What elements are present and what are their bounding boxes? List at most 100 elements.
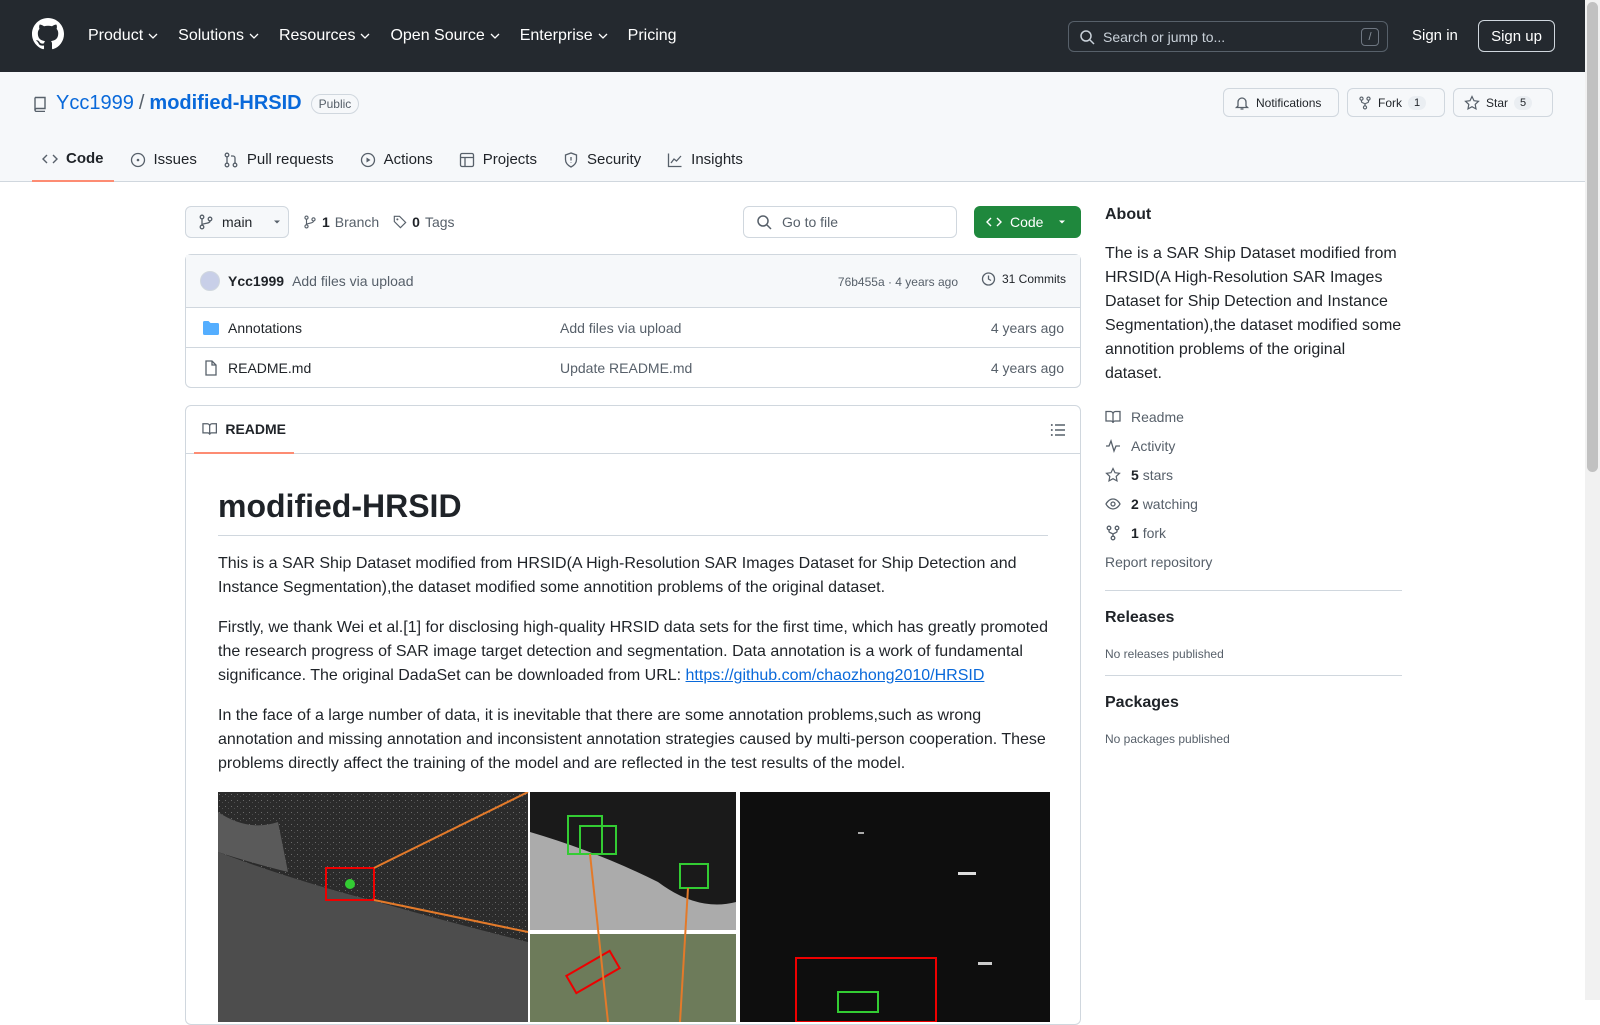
- branch-count-label: Branch: [334, 214, 380, 230]
- visibility-badge: Public: [310, 93, 360, 114]
- chevron-down-icon: [598, 33, 608, 39]
- file-commit-message[interactable]: Add files via upload: [560, 320, 681, 336]
- stars-link[interactable]: 5 stars: [1105, 460, 1402, 489]
- releases-empty: No releases published: [1105, 647, 1224, 661]
- readme-title: modified-HRSID: [218, 488, 1048, 536]
- scrollbar-thumb[interactable]: [1587, 2, 1598, 472]
- repo-title: Ycc1999 / modified-HRSID Public: [32, 92, 360, 115]
- nav-pricing[interactable]: Pricing: [628, 27, 677, 45]
- tab-insights[interactable]: Insights: [657, 137, 753, 182]
- tab-issues[interactable]: Issues: [120, 137, 207, 182]
- nav-open-source[interactable]: Open Source: [390, 27, 500, 45]
- notifications-label: Notifications: [1256, 95, 1322, 110]
- star-icon: [1464, 94, 1480, 110]
- sign-up-button[interactable]: Sign up: [1478, 20, 1555, 52]
- readme-link-label: Readme: [1131, 408, 1184, 425]
- fork-label: fork: [1142, 524, 1167, 541]
- about-sidebar: About The is a SAR Ship Dataset modified…: [1105, 206, 1402, 746]
- releases-heading[interactable]: Releases: [1105, 609, 1402, 627]
- branch-icon: [199, 214, 213, 230]
- readme-tab[interactable]: README: [194, 406, 294, 454]
- report-repository-label: Report repository: [1105, 553, 1213, 570]
- watching-link[interactable]: 2 watching: [1105, 489, 1402, 518]
- tag-icon: [393, 215, 407, 229]
- avatar[interactable]: [200, 271, 220, 291]
- packages-empty: No packages published: [1105, 732, 1230, 746]
- readme-body: modified-HRSID This is a SAR Ship Datase…: [186, 454, 1080, 1022]
- code-dropdown-button[interactable]: Code: [974, 206, 1081, 238]
- pull-request-icon: [224, 152, 238, 167]
- caret-down-icon: [274, 220, 281, 224]
- fork-count: 1: [1408, 95, 1427, 110]
- pulse-icon: [1106, 438, 1120, 453]
- branch-selector[interactable]: main: [185, 206, 289, 238]
- tab-actions[interactable]: Actions: [350, 137, 443, 182]
- file-row-annotations[interactable]: Annotations Add files via upload 4 years…: [186, 308, 1080, 348]
- star-label: Star: [1486, 95, 1509, 110]
- readme-link[interactable]: Readme: [1105, 402, 1402, 431]
- readme-tabbar: README: [186, 406, 1080, 454]
- bell-icon: [1234, 96, 1250, 110]
- go-to-file-input[interactable]: Go to file: [743, 206, 957, 238]
- report-repository-link[interactable]: Report repository: [1105, 547, 1402, 576]
- repo-icon: [34, 96, 46, 112]
- file-browser: Ycc1999 Add files via upload 76b455a · 4…: [185, 254, 1081, 388]
- stars-count: 5: [1131, 466, 1139, 483]
- github-logo-icon[interactable]: [32, 18, 64, 50]
- tag-count: 0: [412, 214, 420, 230]
- file-commit-message[interactable]: Update README.md: [560, 360, 692, 376]
- sar-comparison-image: [218, 792, 1050, 1022]
- hrsid-link[interactable]: https://github.com/chaozhong2010/HRSID: [686, 667, 985, 684]
- search-icon: [757, 215, 772, 230]
- repo-path-separator: /: [138, 92, 145, 114]
- page-scrollbar[interactable]: [1585, 0, 1600, 1000]
- list-icon[interactable]: [1050, 422, 1066, 438]
- activity-link-label: Activity: [1131, 437, 1176, 454]
- tab-projects[interactable]: Projects: [449, 137, 547, 182]
- nav-resources[interactable]: Resources: [279, 27, 370, 45]
- graph-icon: [668, 153, 682, 167]
- tab-security[interactable]: Security: [553, 137, 651, 182]
- repo-name-link[interactable]: modified-HRSID: [149, 92, 301, 115]
- readme-tab-label: README: [225, 421, 286, 437]
- commit-message[interactable]: Add files via upload: [292, 273, 413, 289]
- packages-heading[interactable]: Packages: [1105, 694, 1402, 712]
- branch-name: main: [222, 214, 253, 230]
- repo-tabs: Code Issues Pull requests Actions Projec…: [32, 137, 759, 182]
- star-button[interactable]: Star 5: [1453, 88, 1553, 117]
- tab-insights-label: Insights: [691, 151, 743, 168]
- about-heading: About: [1105, 206, 1152, 223]
- tag-count-label: Tags: [424, 214, 455, 230]
- commit-author[interactable]: Ycc1999: [228, 273, 284, 289]
- forks-link[interactable]: 1 fork: [1105, 518, 1402, 547]
- code-icon: [42, 154, 58, 163]
- eye-icon: [1105, 497, 1121, 510]
- tab-code[interactable]: Code: [32, 137, 114, 182]
- fork-button[interactable]: Fork 1: [1347, 88, 1445, 117]
- tab-issues-label: Issues: [153, 151, 197, 168]
- search-input[interactable]: Search or jump to... /: [1068, 21, 1388, 52]
- divider: [1105, 590, 1402, 591]
- nav-product[interactable]: Product: [88, 27, 158, 45]
- tags-link[interactable]: 0 Tags: [393, 214, 455, 230]
- nav-resources-label: Resources: [278, 27, 356, 44]
- readme-paragraph: In the face of a large number of data, i…: [218, 707, 1046, 772]
- fork-icon: [1106, 525, 1120, 540]
- file-name[interactable]: Annotations: [228, 320, 560, 336]
- file-row-readme[interactable]: README.md Update README.md 4 years ago: [186, 348, 1080, 388]
- file-name[interactable]: README.md: [228, 360, 560, 376]
- star-count: 5: [1514, 95, 1533, 110]
- tab-security-label: Security: [586, 151, 642, 168]
- notifications-button[interactable]: Notifications: [1223, 88, 1339, 117]
- nav-solutions[interactable]: Solutions: [178, 27, 259, 45]
- sign-in-link[interactable]: Sign in: [1412, 27, 1458, 44]
- branches-link[interactable]: 1 Branch: [303, 214, 379, 230]
- tab-pull-requests[interactable]: Pull requests: [213, 137, 344, 182]
- repo-owner-link[interactable]: Ycc1999: [56, 92, 134, 115]
- chevron-down-icon: [490, 33, 500, 39]
- issue-icon: [130, 152, 145, 167]
- commit-hash-time[interactable]: 76b455a · 4 years ago: [838, 275, 958, 289]
- nav-enterprise[interactable]: Enterprise: [520, 27, 608, 45]
- commits-link[interactable]: 31 Commits: [980, 271, 1066, 287]
- activity-link[interactable]: Activity: [1105, 431, 1402, 460]
